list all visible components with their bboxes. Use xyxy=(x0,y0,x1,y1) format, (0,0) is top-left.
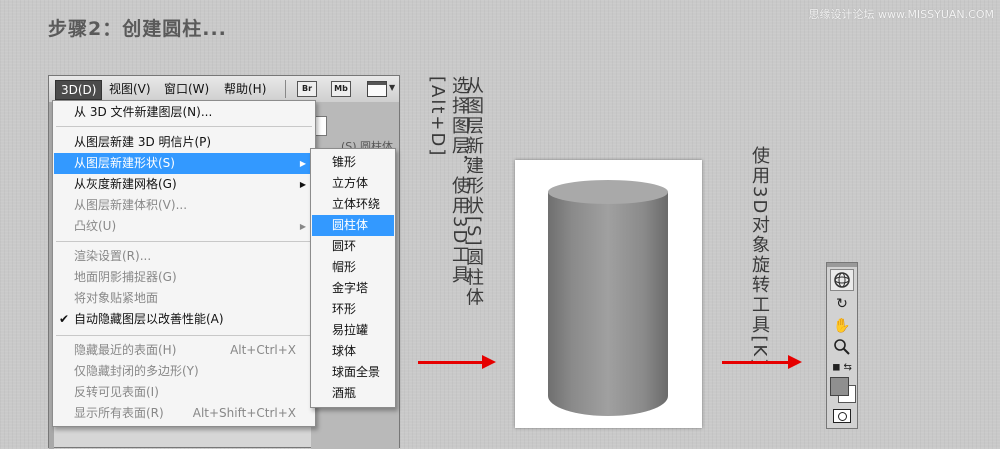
tools-panel: ↻ ✋ ◼ ⇆ xyxy=(826,262,858,429)
3d-rotate-icon[interactable] xyxy=(830,269,854,291)
screen-mode-icon[interactable] xyxy=(367,81,387,97)
menu-item[interactable]: 显示所有表面(R) Alt+Shift+Ctrl+X xyxy=(54,403,314,424)
submenu-item-cube[interactable]: 立方体 xyxy=(312,173,394,194)
dropdown-3d-menu: 从 3D 文件新建图层(N)... 从图层新建 3D 明信片(P) 从图层新建形… xyxy=(52,100,316,427)
menu-item[interactable]: 将对象贴紧地面 xyxy=(54,288,314,309)
menubar: 3D(D) 视图(V) 窗口(W) 帮助(H) Br Mb ▼ xyxy=(49,76,399,103)
menu-item[interactable]: 从图层新建体积(V)... xyxy=(54,195,314,216)
submenu-item-cone[interactable]: 锥形 xyxy=(312,152,394,173)
submenu-item-hat[interactable]: 帽形 xyxy=(312,257,394,278)
submenu-item-wine-bottle[interactable]: 酒瓶 xyxy=(312,383,394,404)
submenu-item-pyramid[interactable]: 金字塔 xyxy=(312,278,394,299)
arrow-right-icon xyxy=(418,355,496,369)
3d-roll-icon[interactable]: ↻ xyxy=(830,293,854,315)
submenu-item-donut[interactable]: 圆环 xyxy=(312,236,394,257)
caption-from-layer: 从图层新建形状[S]圆柱体 xyxy=(463,76,484,308)
caption-rotate-tool: 使用3D对象旋转工具[K] xyxy=(749,146,770,368)
menu-separator xyxy=(56,335,312,336)
cylinder-shape xyxy=(548,180,668,416)
submenu-item-soda-can[interactable]: 易拉罐 xyxy=(312,320,394,341)
step-heading: 步骤2：创建圆柱... xyxy=(48,18,227,40)
panel-grip[interactable] xyxy=(827,263,857,267)
menu-view[interactable]: 视图(V) xyxy=(104,80,156,98)
menu-separator xyxy=(56,126,312,127)
watermark: 思缘设计论坛 www.MISSYUAN.COM xyxy=(808,8,994,21)
menu-item[interactable]: ✔ 自动隐藏图层以改善性能(A) xyxy=(54,309,314,330)
arrow-right-icon xyxy=(722,355,802,369)
submenu-item-sphere[interactable]: 球体 xyxy=(312,341,394,362)
shape-submenu: 锥形 立方体 立体环绕 圆柱体 圆环 帽形 金字塔 环形 易拉罐 球体 球面全景… xyxy=(310,148,396,408)
menu-3d[interactable]: 3D(D) xyxy=(55,80,103,100)
menu-item[interactable]: 反转可见表面(I) xyxy=(54,382,314,403)
options-field[interactable] xyxy=(315,116,327,136)
menu-item[interactable]: 凸纹(U) ▶ xyxy=(54,216,314,237)
menu-item[interactable]: 从图层新建形状(S) ▶ xyxy=(54,153,314,174)
color-swatch-icon[interactable] xyxy=(830,377,856,403)
swap-colors-icon[interactable]: ◼ ⇆ xyxy=(830,357,854,379)
menu-item[interactable]: 隐藏最近的表面(H) Alt+Ctrl+X xyxy=(54,340,314,361)
checkmark-icon: ✔ xyxy=(59,312,70,326)
menu-window[interactable]: 窗口(W) xyxy=(159,80,214,98)
menu-item[interactable]: 地面阴影捕捉器(G) xyxy=(54,267,314,288)
menu-item[interactable]: 渲染设置(R)... xyxy=(54,246,314,267)
zoom-icon[interactable] xyxy=(830,337,854,359)
bridge-button[interactable]: Br xyxy=(297,81,317,97)
chevron-down-icon[interactable]: ▼ xyxy=(389,83,395,92)
submenu-arrow-icon: ▶ xyxy=(299,222,306,231)
submenu-arrow-icon: ▶ xyxy=(299,159,306,168)
menu-item[interactable]: 从 3D 文件新建图层(N)... xyxy=(54,102,314,123)
submenu-item-spherical-panorama[interactable]: 球面全景 xyxy=(312,362,394,383)
menu-item[interactable]: 从灰度新建网格(G) ▶ xyxy=(54,174,314,195)
quick-mask-icon[interactable] xyxy=(833,409,851,423)
menu-help[interactable]: 帮助(H) xyxy=(219,80,271,98)
submenu-item-cylinder[interactable]: 圆柱体 xyxy=(312,215,394,236)
hand-pan-icon[interactable]: ✋ xyxy=(830,315,854,337)
menubar-divider xyxy=(285,80,286,98)
document-canvas xyxy=(515,160,702,428)
menu-separator xyxy=(56,241,312,242)
menu-item[interactable]: 从图层新建 3D 明信片(P) xyxy=(54,132,314,153)
submenu-item-ring[interactable]: 环形 xyxy=(312,299,394,320)
mini-bridge-button[interactable]: Mb xyxy=(331,81,351,97)
submenu-item-cube-wrap[interactable]: 立体环绕 xyxy=(312,194,394,215)
menu-item[interactable]: 仅隐藏封闭的多边形(Y) xyxy=(54,361,314,382)
submenu-arrow-icon: ▶ xyxy=(299,180,306,189)
